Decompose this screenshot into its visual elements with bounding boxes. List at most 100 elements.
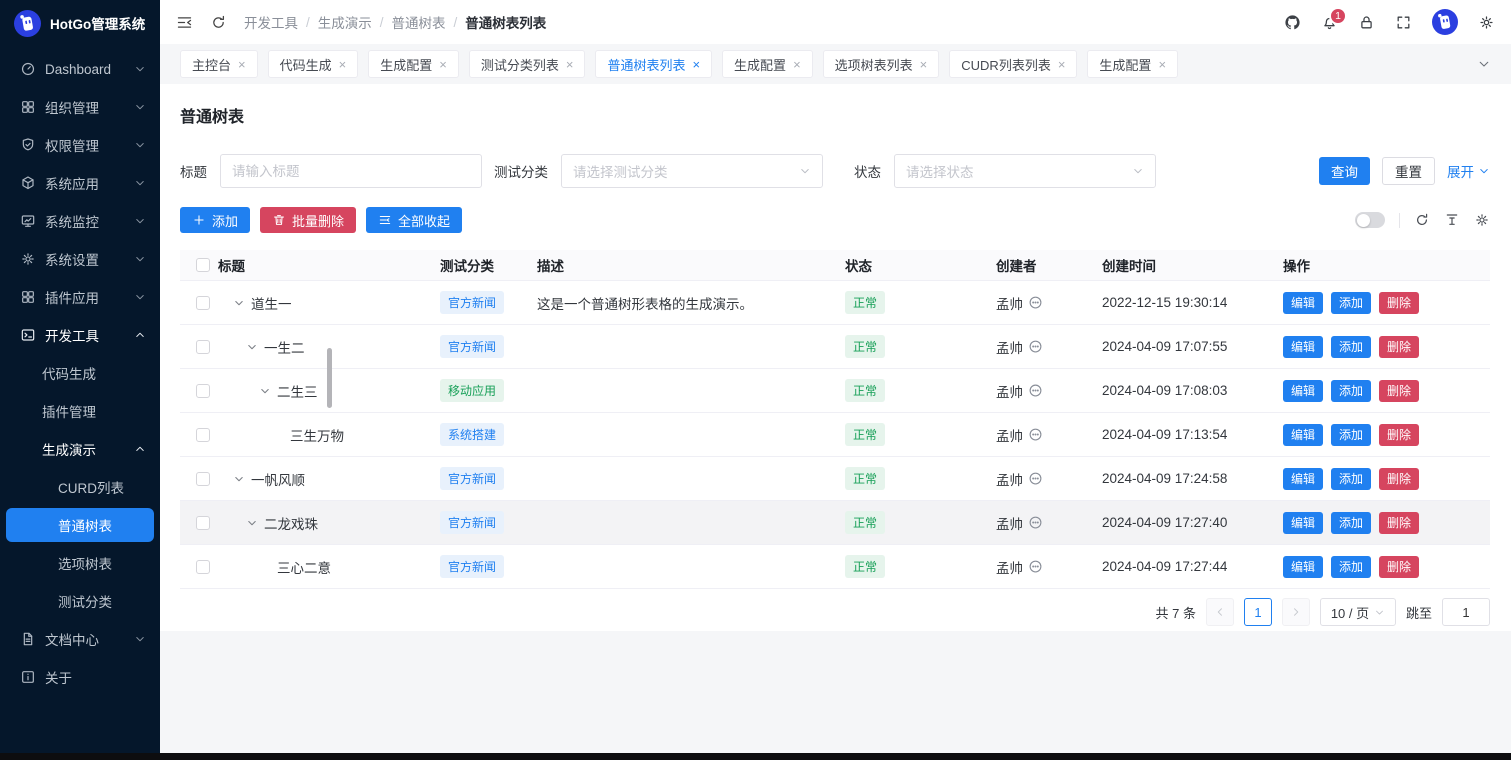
sidebar-item-org-mgmt[interactable]: 组织管理 xyxy=(0,88,160,126)
collapse-menu-icon[interactable] xyxy=(176,14,193,31)
edit-button[interactable]: 编辑 xyxy=(1283,424,1323,446)
add-button[interactable]: 添加 xyxy=(1331,380,1371,402)
column-settings-icon[interactable] xyxy=(1474,212,1490,228)
breadcrumb-item[interactable]: 普通树表列表 xyxy=(465,12,546,32)
close-icon[interactable]: × xyxy=(439,58,447,71)
close-icon[interactable]: × xyxy=(692,58,700,71)
tab-1[interactable]: 主控台 × xyxy=(180,50,258,78)
expand-filters-link[interactable]: 展开 xyxy=(1447,161,1490,181)
sidebar-item-sys-monitor[interactable]: 系统监控 xyxy=(0,202,160,240)
breadcrumb-item[interactable]: 普通树表 xyxy=(392,12,446,32)
tab-8[interactable]: CUDR列表列表 × xyxy=(949,50,1077,78)
close-icon[interactable]: × xyxy=(920,58,928,71)
delete-button[interactable]: 删除 xyxy=(1379,556,1419,578)
size-adjust-icon[interactable] xyxy=(1444,212,1460,228)
expand-caret-icon[interactable] xyxy=(245,340,259,354)
edit-button[interactable]: 编辑 xyxy=(1283,468,1323,490)
collapse-all-button[interactable]: 全部收起 xyxy=(366,207,462,233)
edit-button[interactable]: 编辑 xyxy=(1283,292,1323,314)
status-filter-select[interactable]: 请选择状态 xyxy=(894,154,1156,188)
tab-3[interactable]: 生成配置 × xyxy=(368,50,459,78)
next-page-button[interactable] xyxy=(1282,598,1310,626)
batch-delete-button[interactable]: 批量删除 xyxy=(260,207,356,233)
edit-button[interactable]: 编辑 xyxy=(1283,336,1323,358)
sidebar-item-sys-app[interactable]: 系统应用 xyxy=(0,164,160,202)
sidebar-item-option-tree[interactable]: 选项树表 xyxy=(0,544,160,582)
row-checkbox[interactable] xyxy=(196,516,210,530)
striped-toggle[interactable] xyxy=(1355,212,1385,228)
close-icon[interactable]: × xyxy=(1058,58,1066,71)
refresh-icon[interactable] xyxy=(210,14,227,31)
sidebar-item-perm-mgmt[interactable]: 权限管理 xyxy=(0,126,160,164)
sidebar-item-dev-tools[interactable]: 开发工具 xyxy=(0,316,160,354)
row-checkbox[interactable] xyxy=(196,296,210,310)
add-button[interactable]: 添加 xyxy=(1331,336,1371,358)
tab-5[interactable]: 普通树表列表 × xyxy=(595,50,712,78)
edit-button[interactable]: 编辑 xyxy=(1283,380,1323,402)
row-checkbox[interactable] xyxy=(196,472,210,486)
row-checkbox[interactable] xyxy=(196,384,210,398)
row-checkbox[interactable] xyxy=(196,340,210,354)
delete-button[interactable]: 删除 xyxy=(1379,424,1419,446)
sidebar-item-about[interactable]: 关于 xyxy=(0,658,160,696)
expand-caret-icon[interactable] xyxy=(232,296,246,310)
reset-button[interactable]: 重置 xyxy=(1382,157,1435,185)
add-button[interactable]: 添加 xyxy=(1331,424,1371,446)
tab-6[interactable]: 生成配置 × xyxy=(722,50,813,78)
jump-page-input[interactable] xyxy=(1442,598,1490,626)
delete-button[interactable]: 删除 xyxy=(1379,380,1419,402)
sidebar-item-doc-center[interactable]: 文档中心 xyxy=(0,620,160,658)
sidebar-item-normal-tree[interactable]: 普通树表 xyxy=(6,508,154,542)
tab-2[interactable]: 代码生成 × xyxy=(268,50,359,78)
sidebar-item-plugin-mgmt[interactable]: 插件管理 xyxy=(0,392,160,430)
close-icon[interactable]: × xyxy=(339,58,347,71)
fullscreen-icon[interactable] xyxy=(1395,14,1412,31)
sidebar-item-gen-demo[interactable]: 生成演示 xyxy=(0,430,160,468)
select-all-checkbox[interactable] xyxy=(196,258,210,272)
lock-icon[interactable] xyxy=(1358,14,1375,31)
app-logo[interactable]: HotGo管理系统 xyxy=(0,0,160,46)
scrollbar-thumb[interactable] xyxy=(327,348,332,408)
add-button[interactable]: 添加 xyxy=(1331,292,1371,314)
row-checkbox[interactable] xyxy=(196,428,210,442)
breadcrumb-item[interactable]: 生成演示 xyxy=(318,12,372,32)
expand-caret-icon[interactable] xyxy=(258,384,272,398)
close-icon[interactable]: × xyxy=(566,58,574,71)
chevron-down-icon[interactable] xyxy=(1477,57,1491,71)
tab-9[interactable]: 生成配置 × xyxy=(1087,50,1178,78)
category-filter-select[interactable]: 请选择测试分类 xyxy=(561,154,823,188)
sidebar-item-code-gen[interactable]: 代码生成 xyxy=(0,354,160,392)
notifications-button[interactable]: 1 xyxy=(1321,14,1338,31)
add-button[interactable]: 添加 xyxy=(1331,556,1371,578)
delete-button[interactable]: 删除 xyxy=(1379,336,1419,358)
reload-table-icon[interactable] xyxy=(1414,212,1430,228)
add-button[interactable]: 添加 xyxy=(1331,468,1371,490)
close-icon[interactable]: × xyxy=(238,58,246,71)
row-checkbox[interactable] xyxy=(196,560,210,574)
close-icon[interactable]: × xyxy=(1158,58,1166,71)
delete-button[interactable]: 删除 xyxy=(1379,512,1419,534)
breadcrumb-item[interactable]: 开发工具 xyxy=(244,12,298,32)
sidebar-item-dashboard[interactable]: Dashboard xyxy=(0,50,160,88)
add-button[interactable]: 添加 xyxy=(1331,512,1371,534)
expand-caret-icon[interactable] xyxy=(232,472,246,486)
page-size-select[interactable]: 10 / 页 xyxy=(1320,598,1396,626)
expand-caret-icon[interactable] xyxy=(245,516,259,530)
settings-gear-icon[interactable] xyxy=(1478,14,1495,31)
search-button[interactable]: 查询 xyxy=(1319,157,1370,185)
github-icon[interactable] xyxy=(1284,14,1301,31)
close-icon[interactable]: × xyxy=(793,58,801,71)
sidebar-item-plugin-app[interactable]: 插件应用 xyxy=(0,278,160,316)
prev-page-button[interactable] xyxy=(1206,598,1234,626)
edit-button[interactable]: 编辑 xyxy=(1283,512,1323,534)
sidebar-item-sys-settings[interactable]: 系统设置 xyxy=(0,240,160,278)
tab-7[interactable]: 选项树表列表 × xyxy=(823,50,940,78)
tab-4[interactable]: 测试分类列表 × xyxy=(469,50,586,78)
page-number-button[interactable]: 1 xyxy=(1244,598,1272,626)
add-button[interactable]: 添加 xyxy=(180,207,250,233)
sidebar-item-test-category[interactable]: 测试分类 xyxy=(0,582,160,620)
delete-button[interactable]: 删除 xyxy=(1379,468,1419,490)
edit-button[interactable]: 编辑 xyxy=(1283,556,1323,578)
delete-button[interactable]: 删除 xyxy=(1379,292,1419,314)
avatar[interactable] xyxy=(1432,9,1458,35)
